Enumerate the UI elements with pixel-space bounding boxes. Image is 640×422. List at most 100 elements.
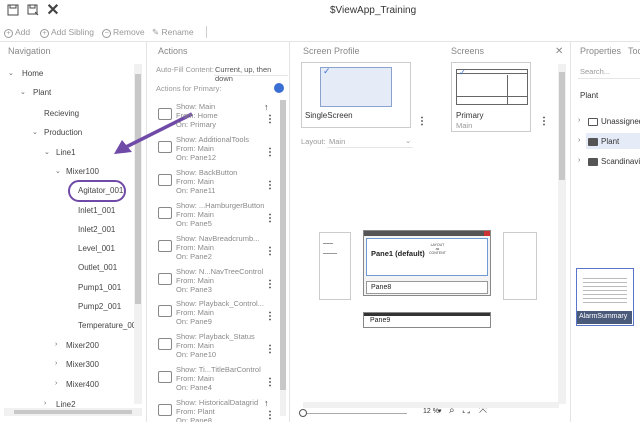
action-show: Show: BackButton — [176, 168, 238, 177]
single-screen-menu-icon[interactable]: ⋮ — [417, 116, 427, 127]
close-icon[interactable]: ✕ — [46, 3, 60, 19]
expand-production-icon[interactable]: ⌄ — [32, 128, 38, 136]
autofill-dropdown[interactable]: Current, up, then down — [215, 65, 289, 83]
prop-item-scandinavia[interactable]: Scandinavia — [588, 157, 640, 166]
add-button[interactable]: + Add — [4, 27, 30, 38]
action-item[interactable]: Show: N...NavTreeControl From: Main On: Pa… — [148, 267, 278, 297]
prop-item-unassigned[interactable]: Unassigned — [588, 117, 640, 126]
navigation-scroll-thumb[interactable] — [135, 74, 141, 304]
canvas-hscrollbar[interactable] — [303, 402, 559, 408]
navigation-hscrollbar[interactable] — [4, 408, 142, 416]
layout-content-text: LAYOUT as CONTENT — [429, 243, 446, 255]
pane1-default[interactable]: Pane1 (default) LAYOUT as CONTENT — [366, 238, 488, 276]
primary-screen-layout: Main — [456, 121, 473, 130]
save-as-icon[interactable] — [26, 4, 40, 18]
toolbar-divider — [206, 26, 207, 38]
action-item[interactable]: Show: NavBreadcrumb... From: Main On: Pane… — [148, 234, 278, 264]
action-menu-icon[interactable]: ⋮ — [265, 410, 275, 421]
nav-item-mixer200[interactable]: Mixer200 — [66, 341, 99, 350]
nav-item-mixer400[interactable]: Mixer400 — [66, 380, 99, 389]
expand-mixer100-icon[interactable]: ⌄ — [55, 167, 61, 175]
alarm-summary-thumbnail[interactable]: AlarmSummary — [576, 268, 634, 326]
save-icon[interactable] — [6, 4, 20, 18]
actions-scrollbar[interactable] — [280, 100, 286, 416]
layout-chevron-icon[interactable]: ⌄ — [405, 136, 411, 145]
expand-line2-icon[interactable]: › — [44, 400, 46, 407]
nav-item-line1[interactable]: Line1 — [56, 148, 76, 157]
expand-unassigned-icon[interactable]: › — [578, 117, 580, 124]
action-item[interactable]: Show: HistoricalDatagrid From: Plant On: P… — [148, 398, 278, 422]
screens-scroll-thumb[interactable] — [559, 72, 565, 180]
action-menu-icon[interactable]: ⋮ — [265, 147, 275, 158]
expand-home-icon[interactable]: ⌄ — [8, 69, 14, 77]
nav-item-pump1-001[interactable]: Pump1_001 — [78, 283, 121, 292]
expand-mixer200-icon[interactable]: › — [55, 341, 57, 348]
zoom-slider-track[interactable] — [303, 413, 407, 414]
nav-item-inlet2-001[interactable]: Inlet2_001 — [78, 225, 115, 234]
main-layout-preview[interactable]: Pane1 (default) LAYOUT as CONTENT Pane8 — [363, 230, 491, 296]
zoom-slider-handle[interactable] — [299, 409, 307, 417]
action-menu-icon[interactable]: ⋮ — [265, 114, 275, 125]
move-up-icon[interactable]: ↑ — [264, 102, 269, 112]
expand-mixer400-icon[interactable]: › — [55, 380, 57, 387]
action-menu-icon[interactable]: ⋮ — [265, 311, 275, 322]
zoom-dropdown[interactable]: 12 % — [423, 408, 439, 415]
navigation-hscroll-thumb[interactable] — [14, 410, 132, 414]
expand-scandinavia-icon[interactable]: › — [578, 157, 580, 164]
action-menu-icon[interactable]: ⋮ — [265, 377, 275, 388]
expand-plant-icon[interactable]: ⌄ — [20, 88, 26, 96]
nav-item-mixer100[interactable]: Mixer100 — [66, 167, 99, 176]
layout-canvas: Pane1 (default) LAYOUT as CONTENT Pane8 … — [291, 200, 571, 422]
action-item[interactable]: Show: Main From: Home On: Primary ⋮ ↑ — [148, 102, 278, 132]
action-item[interactable]: Show: Playback_Control... From: Main On: P… — [148, 299, 278, 329]
action-item[interactable]: Show: ...HamburgerButton From: Main On: Pa… — [148, 201, 278, 231]
expand-mixer300-icon[interactable]: › — [55, 360, 57, 367]
pane9-preview[interactable]: Pane9 — [363, 312, 491, 328]
nav-item-outlet-001[interactable]: Outlet_001 — [78, 263, 117, 272]
nav-item-inlet1-001[interactable]: Inlet1_001 — [78, 206, 115, 215]
add-action-button[interactable] — [274, 83, 284, 93]
prop-item-plant[interactable]: Plant — [588, 137, 619, 146]
action-menu-icon[interactable]: ⋮ — [265, 213, 275, 224]
primary-screen-menu-icon[interactable]: ⋮ — [539, 116, 549, 127]
nav-item-level-001[interactable]: Level_001 — [78, 244, 115, 253]
tools-tab[interactable]: Too — [628, 46, 640, 56]
properties-search[interactable]: Search... — [580, 67, 610, 76]
properties-header[interactable]: Properties — [580, 46, 621, 56]
action-menu-icon[interactable]: ⋮ — [265, 279, 275, 290]
primary-screen-card[interactable]: ✓ Primary Main — [451, 62, 531, 132]
actions-panel: Actions Auto-Fill Content: Current, up, … — [148, 42, 290, 422]
single-screen-card[interactable]: ✓ SingleScreen — [301, 62, 411, 128]
action-menu-icon[interactable]: ⋮ — [265, 246, 275, 257]
left-pane-preview[interactable] — [319, 232, 351, 300]
nav-item-temperature-001[interactable]: Temperature_001 — [78, 321, 141, 330]
zoom-chevron-icon[interactable]: ▾ — [438, 407, 442, 415]
add-sibling-button[interactable]: + Add Sibling — [40, 27, 94, 38]
move-up-icon[interactable]: ↑ — [264, 398, 269, 408]
layout-dropdown[interactable]: Main — [329, 137, 345, 146]
actions-scroll-thumb[interactable] — [280, 100, 286, 390]
nav-item-home[interactable]: Home — [22, 69, 43, 78]
action-menu-icon[interactable]: ⋮ — [265, 180, 275, 191]
nav-item-agitator-001[interactable]: Agitator_001 — [78, 186, 123, 195]
minus-icon: − — [102, 29, 111, 38]
action-item[interactable]: Show: Playback_Status From: Main On: Pane1… — [148, 332, 278, 362]
remove-button[interactable]: − Remove — [102, 27, 145, 38]
nav-item-plant[interactable]: Plant — [33, 88, 51, 97]
pane8-preview[interactable]: Pane8 — [366, 281, 488, 294]
action-item[interactable]: Show: Ti...TitleBarControl From: Main On: … — [148, 365, 278, 395]
action-item[interactable]: Show: BackButton From: Main On: Pane11 ⋮ — [148, 168, 278, 198]
action-on: On: Primary — [176, 120, 217, 129]
close-icon[interactable]: ✕ — [555, 46, 563, 57]
action-menu-icon[interactable]: ⋮ — [265, 344, 275, 355]
expand-line1-icon[interactable]: ⌄ — [44, 148, 50, 156]
nav-item-production[interactable]: Production — [44, 128, 82, 137]
right-pane-preview[interactable] — [503, 232, 537, 300]
action-item[interactable]: Show: AdditionalTools From: Main On: Pane1… — [148, 135, 278, 165]
nav-item-recieving[interactable]: Recieving — [44, 109, 79, 118]
rename-button[interactable]: ✎ Rename — [152, 27, 194, 38]
screen-action-icon — [158, 273, 172, 285]
nav-item-pump2-001[interactable]: Pump2_001 — [78, 302, 121, 311]
expand-plant-prop-icon[interactable]: › — [578, 137, 580, 144]
nav-item-mixer300[interactable]: Mixer300 — [66, 360, 99, 369]
